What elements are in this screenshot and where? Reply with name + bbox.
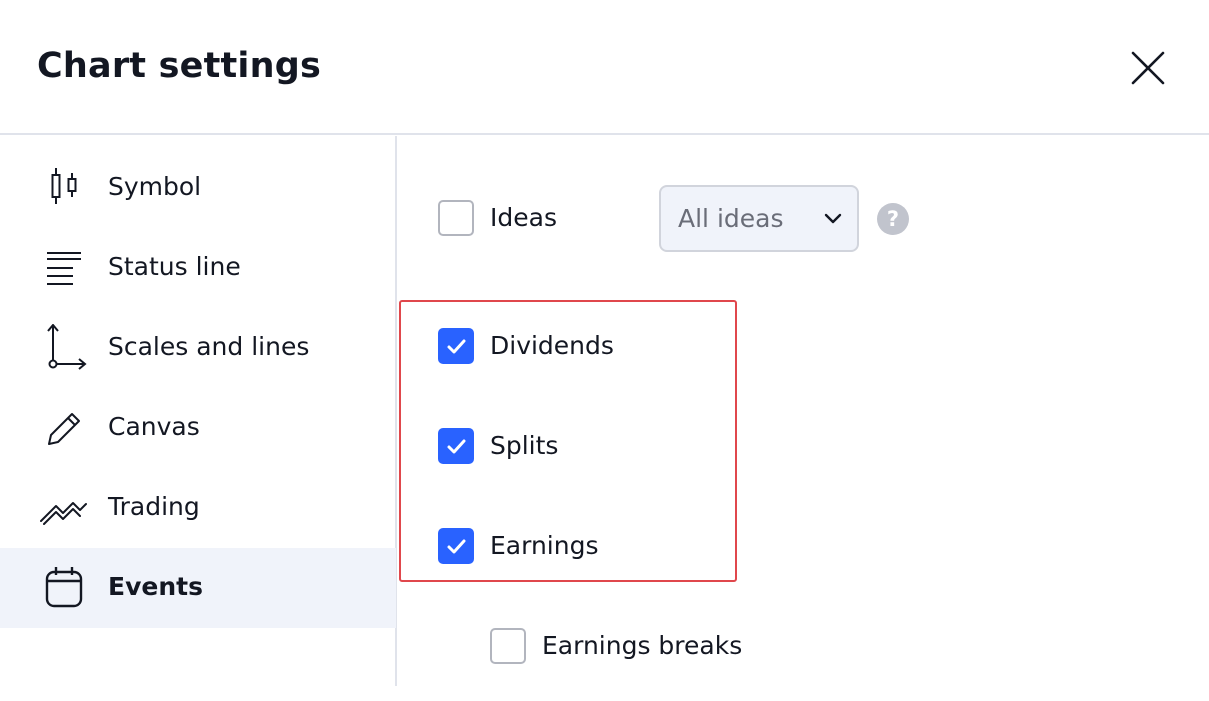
dividends-checkbox[interactable] <box>438 328 474 364</box>
chevron-down-icon <box>823 209 843 233</box>
candlestick-icon <box>40 164 88 212</box>
ideas-row: Ideas <box>438 198 638 238</box>
checkmark-icon <box>447 339 466 354</box>
close-button[interactable] <box>1124 44 1172 92</box>
ideas-filter-value: All ideas <box>678 204 784 233</box>
earnings-breaks-label[interactable]: Earnings breaks <box>542 628 742 664</box>
checkmark-icon <box>447 539 466 554</box>
dividends-row: Dividends <box>438 326 698 366</box>
dialog-header: Chart settings <box>0 0 1209 135</box>
scales-icon <box>40 324 88 372</box>
pencil-icon <box>40 404 88 452</box>
sidebar-item-label: Scales and lines <box>108 332 310 361</box>
sidebar-item-label: Canvas <box>108 412 200 441</box>
trading-icon <box>40 484 88 532</box>
sidebar-item-status-line[interactable]: Status line <box>0 228 396 308</box>
close-icon <box>1131 51 1165 85</box>
checkmark-icon <box>447 439 466 454</box>
dialog-title: Chart settings <box>37 46 322 86</box>
sidebar-item-canvas[interactable]: Canvas <box>0 388 396 468</box>
ideas-filter-select[interactable]: All ideas <box>659 185 859 252</box>
earnings-checkbox[interactable] <box>438 528 474 564</box>
sidebar-item-label: Events <box>108 572 203 601</box>
sidebar-item-label: Status line <box>108 252 241 281</box>
status-line-icon <box>40 244 88 292</box>
dividends-label[interactable]: Dividends <box>490 328 614 364</box>
sidebar-item-trading[interactable]: Trading <box>0 468 396 548</box>
chart-settings-dialog: Chart settings Symbol Status line Scales… <box>0 0 1209 701</box>
earnings-breaks-row: Earnings breaks <box>490 626 810 666</box>
sidebar-item-events[interactable]: Events <box>0 548 396 628</box>
sidebar-item-scales-and-lines[interactable]: Scales and lines <box>0 308 396 388</box>
ideas-label[interactable]: Ideas <box>490 200 557 236</box>
splits-label[interactable]: Splits <box>490 428 558 464</box>
sidebar-item-label: Trading <box>108 492 200 521</box>
settings-sidebar: Symbol Status line Scales and lines Canv… <box>0 136 397 686</box>
help-icon[interactable]: ? <box>877 203 909 235</box>
ideas-checkbox[interactable] <box>438 200 474 236</box>
earnings-label[interactable]: Earnings <box>490 528 598 564</box>
splits-row: Splits <box>438 426 698 466</box>
splits-checkbox[interactable] <box>438 428 474 464</box>
earnings-row: Earnings <box>438 526 698 566</box>
calendar-icon <box>40 564 88 612</box>
earnings-breaks-checkbox[interactable] <box>490 628 526 664</box>
events-panel: Ideas All ideas ? Dividends Splits Earni… <box>399 136 1209 701</box>
sidebar-item-symbol[interactable]: Symbol <box>0 148 396 228</box>
sidebar-item-label: Symbol <box>108 172 202 201</box>
